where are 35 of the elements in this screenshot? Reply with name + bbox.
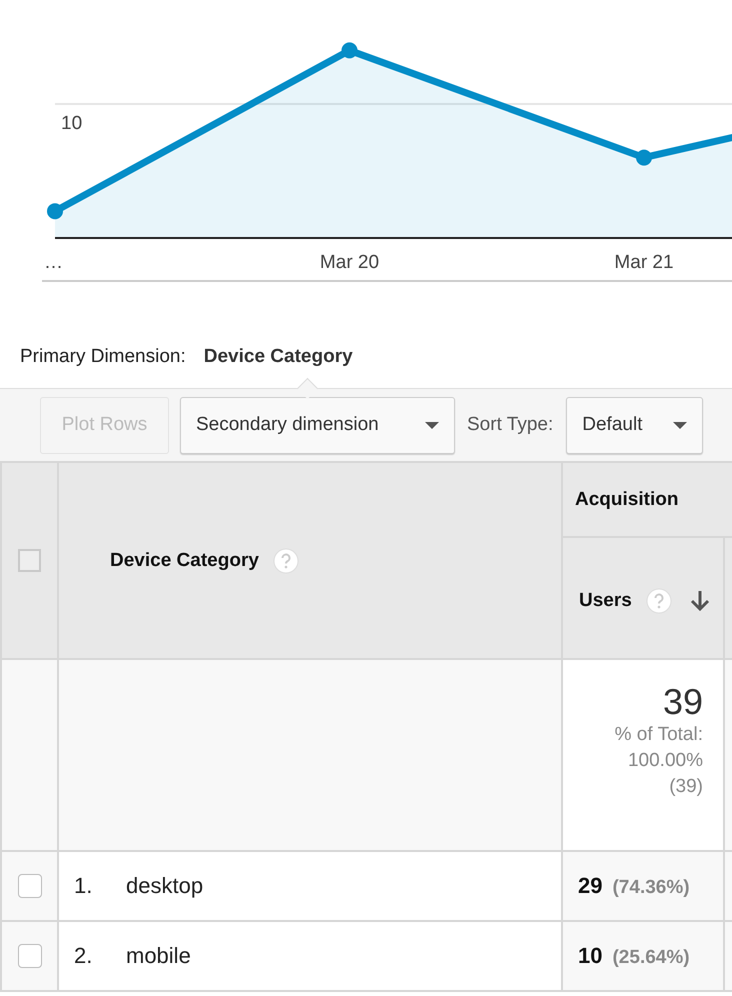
sort-type-label: Sort Type: <box>467 414 554 436</box>
row-number: 1. <box>73 873 94 899</box>
data-point <box>47 203 63 220</box>
column-group-header: Acquisition <box>575 488 678 510</box>
help-icon[interactable] <box>646 588 672 614</box>
total-note: (39) <box>668 775 703 799</box>
caret-icon <box>673 422 688 428</box>
table-cell: 29 <box>578 873 602 898</box>
sort-type-dropdown[interactable]: Default <box>566 396 704 454</box>
table-cell: (25.64%) <box>612 947 690 968</box>
select-all-checkbox[interactable] <box>18 549 41 572</box>
help-icon[interactable] <box>272 548 299 574</box>
total-note: % of Total: <box>614 723 703 747</box>
x-tick-label: Mar 21 <box>614 252 674 273</box>
table-cell: (74.36%) <box>612 877 690 898</box>
total-note: 100.00% <box>626 749 703 773</box>
secondary-dimension-dropdown[interactable]: Secondary dimension <box>180 396 455 454</box>
y-tick-label: 10 <box>61 113 82 134</box>
table-cell[interactable]: desktop <box>126 873 204 898</box>
total-value: 39 <box>662 682 703 722</box>
column-header[interactable]: Users <box>579 590 632 612</box>
x-tick-label: … <box>44 252 63 273</box>
row-checkbox[interactable] <box>18 874 42 898</box>
primary-dimension-label: Primary Dimension: <box>20 346 186 368</box>
column-header[interactable]: Device Category <box>110 550 259 572</box>
primary-dimension-value[interactable]: Device Category <box>204 346 353 368</box>
x-tick-label: Mar 20 <box>320 252 380 273</box>
table-cell[interactable]: mobile <box>126 943 191 968</box>
data-point <box>636 150 652 166</box>
row-checkbox[interactable] <box>18 944 42 968</box>
table-cell: 10 <box>578 943 602 968</box>
down-arrow-icon[interactable] <box>690 590 710 612</box>
caret-icon <box>425 422 439 428</box>
row-number: 2. <box>73 943 94 969</box>
data-point <box>342 42 358 58</box>
